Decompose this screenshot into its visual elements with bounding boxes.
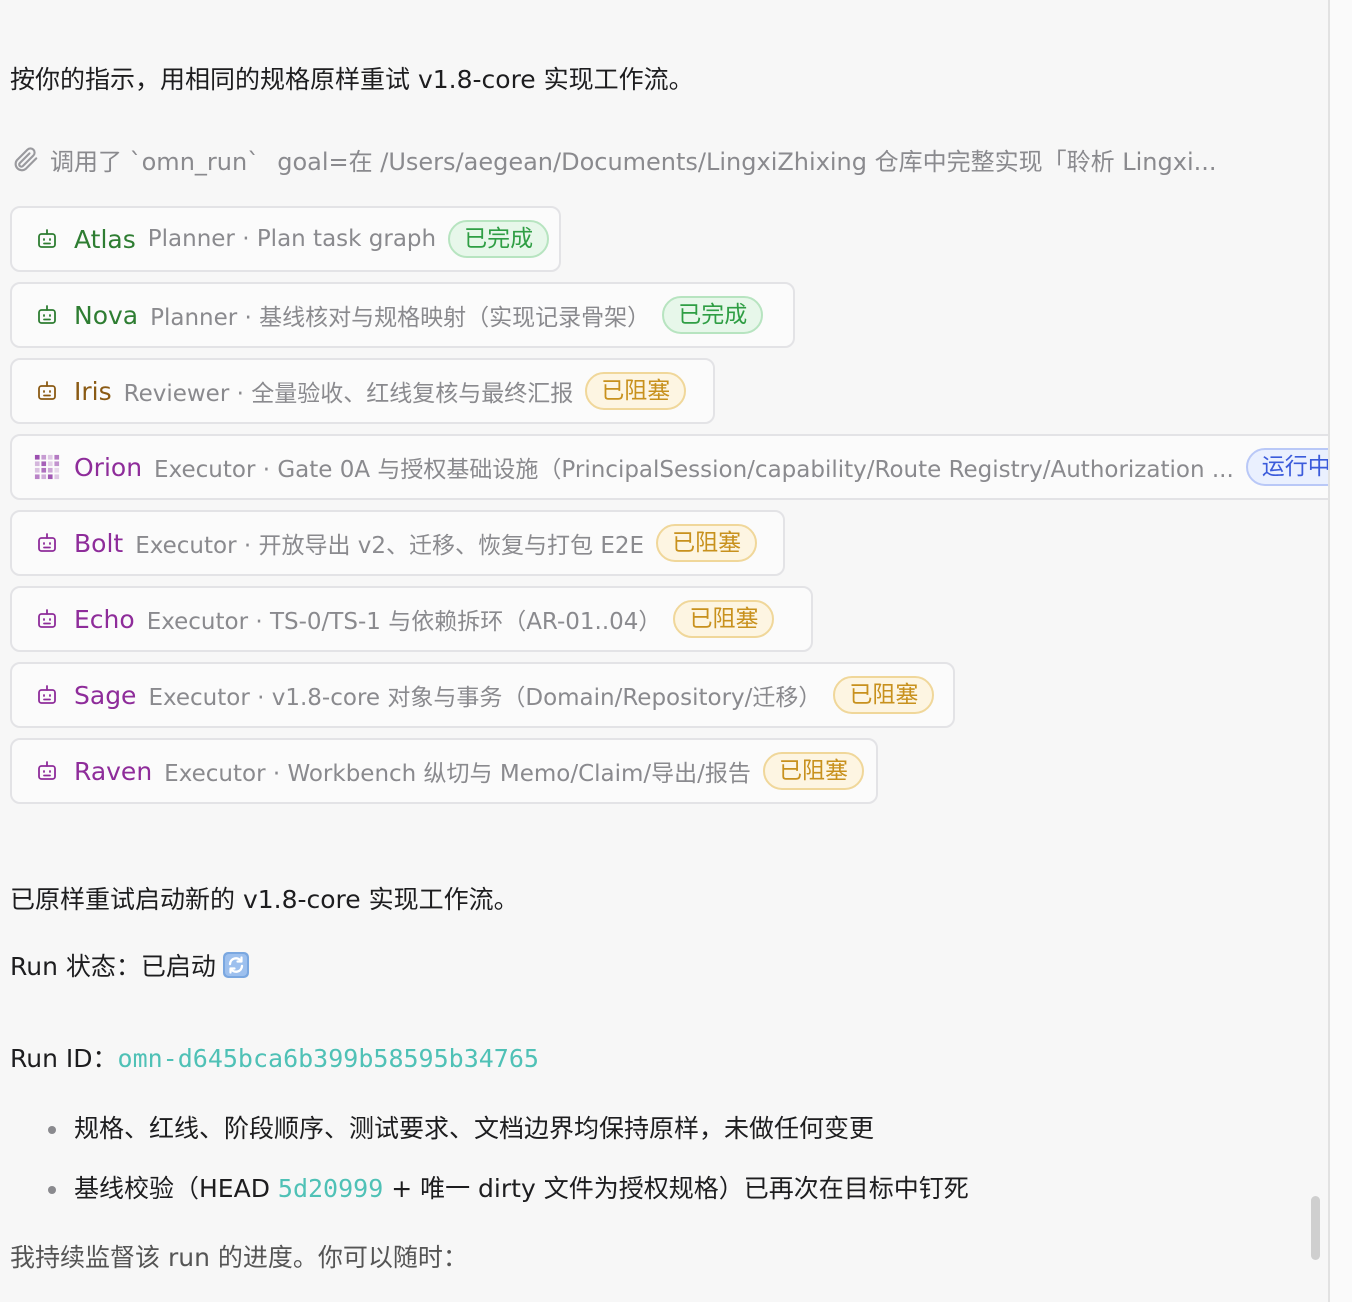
tool-call-label: 调用了 `omn_run` [50,147,260,176]
status-badge: 已阻塞 [762,752,864,790]
agent-name: Raven [74,756,153,786]
status-badge: 已完成 [662,296,764,334]
run-id-value[interactable]: omn-d645bca6b399b58595b34765 [118,1044,539,1073]
agent-description: Planner · Plan task graph [147,226,437,252]
agent-description: Reviewer · 全量验收、红线复核与最终汇报 [123,381,574,407]
run-status-label: Run 状态：已启动 [10,952,216,981]
robot-icon [34,530,60,556]
agent-description: Executor · Gate 0A 与授权基础设施（PrincipalSess… [154,457,1234,483]
status-badge: 已阻塞 [585,372,687,410]
agent-row-raven[interactable]: Raven Executor · Workbench 纵切与 Memo/Claim… [10,738,878,804]
agent-name: Atlas [74,224,136,254]
agent-row-sage[interactable]: Sage Executor · v1.8-core 对象与事务（Domain/Re… [10,662,955,728]
robot-icon [34,606,60,632]
agent-name: Sage [74,680,137,710]
chat-message: 按你的指示，用相同的规格原样重试 v1.8-core 实现工作流。 调用了 `o… [10,0,1328,1302]
run-id-row: Run ID：omn-d645bca6b399b58595b34765 [10,1042,539,1076]
agent-row-nova[interactable]: Nova Planner · 基线核对与规格映射（实现记录骨架） 已完成 [10,282,795,348]
agent-row-atlas[interactable]: Atlas Planner · Plan task graph 已完成 [10,206,561,272]
robot-icon [34,682,60,708]
robot-icon [34,758,60,784]
restarted-text: 已原样重试启动新的 v1.8-core 实现工作流。 [10,885,519,914]
bullet-text-post: + 唯一 dirty 文件为授权规格）已再次在目标中钉死 [383,1174,969,1203]
right-panel-edge [1328,0,1352,1302]
commit-hash[interactable]: 5d20999 [278,1174,383,1203]
status-badge: 已阻塞 [656,524,758,562]
agent-name: Echo [74,604,135,634]
intro-text: 按你的指示，用相同的规格原样重试 v1.8-core 实现工作流。 [10,65,694,94]
robot-icon [34,378,60,404]
tool-call-goal: goal=在 /Users/aegean/Documents/LingxiZhi… [277,147,1217,176]
agent-description: Executor · TS-0/TS-1 与依赖拆环（AR-01..04） [146,609,662,635]
agent-description: Executor · 开放导出 v2、迁移、恢复与打包 E2E [135,533,645,559]
monitor-text: 我持续监督该 run 的进度。你可以随时： [10,1243,468,1272]
run-status: Run 状态：已启动 [10,950,250,984]
agent-row-orion[interactable]: Orion Executor · Gate 0A 与授权基础设施（Principa… [10,434,1328,500]
bullet-dot [48,1126,56,1134]
agent-description: Executor · v1.8-core 对象与事务（Domain/Reposi… [148,685,822,711]
status-badge: 已完成 [448,220,550,258]
loading-grid-icon [34,454,60,480]
status-badge: 已阻塞 [673,600,775,638]
paperclip-icon [10,143,42,175]
status-badge: 已阻塞 [833,676,935,714]
agent-row-echo[interactable]: Echo Executor · TS-0/TS-1 与依赖拆环（AR-01..04… [10,586,813,652]
agent-row-iris[interactable]: Iris Reviewer · 全量验收、红线复核与最终汇报 已阻塞 [10,358,715,424]
bullet-dot [48,1186,56,1194]
agent-name: Nova [74,300,139,330]
robot-icon [34,226,60,252]
bullet-text-pre: 基线校验（HEAD [74,1174,278,1203]
status-badge: 运行中 [1245,448,1328,486]
sync-icon [222,951,250,979]
scrollbar-thumb[interactable] [1311,1196,1320,1260]
agent-description: Planner · 基线核对与规格映射（实现记录骨架） [150,305,651,331]
bullet-text: 基线校验（HEAD 5d20999 + 唯一 dirty 文件为授权规格）已再次… [74,1170,969,1208]
bullet-text: 规格、红线、阶段顺序、测试要求、文档边界均保持原样，未做任何变更 [74,1114,875,1143]
robot-icon [34,302,60,328]
run-id-label: Run ID： [10,1044,118,1073]
agent-name: Iris [74,376,112,406]
agent-name: Bolt [74,528,124,558]
agent-row-bolt[interactable]: Bolt Executor · 开放导出 v2、迁移、恢复与打包 E2E 已阻塞 [10,510,785,576]
tool-call-row[interactable]: 调用了 `omn_run` goal=在 /Users/aegean/Docum… [10,140,1217,178]
agent-name: Orion [74,452,143,482]
agent-description: Executor · Workbench 纵切与 Memo/Claim/导出/报… [164,761,751,787]
